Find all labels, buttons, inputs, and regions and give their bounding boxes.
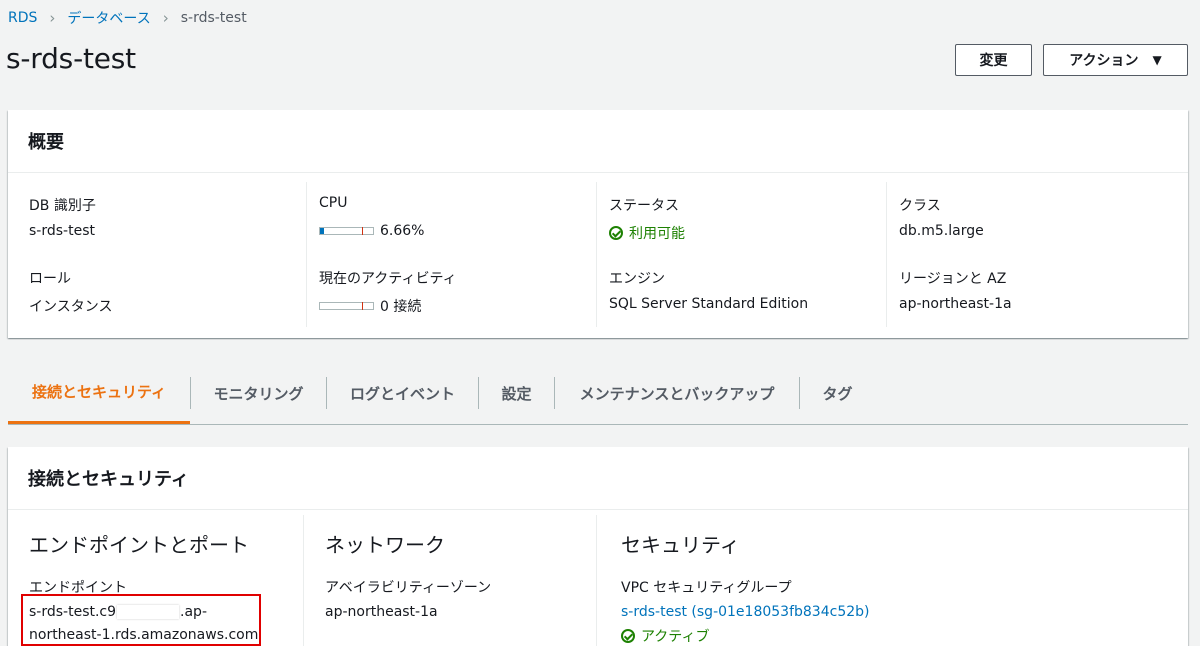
security-section-title: セキュリティ: [621, 533, 740, 557]
breadcrumb-current: s-rds-test: [180, 10, 247, 26]
chevron-right-icon: ›: [49, 9, 56, 27]
activity-label: 現在のアクティビティ: [319, 271, 457, 287]
activity-progress-bar: [319, 302, 374, 310]
vpc-sg-status: アクティブ: [621, 626, 709, 646]
class-value: db.m5.large: [899, 223, 984, 239]
security-section: セキュリティ VPC セキュリティグループ s-rds-test (sg-01e…: [596, 515, 1177, 646]
endpoint-section-title: エンドポイントとポート: [29, 533, 249, 557]
az-value: ap-northeast-1a: [325, 604, 438, 620]
breadcrumb-rds-link[interactable]: RDS: [8, 10, 37, 26]
summary-col-4: クラス db.m5.large リージョンと AZ ap-northeast-1…: [886, 182, 1177, 327]
summary-col-1: DB 識別子 s-rds-test ロール インスタンス: [8, 182, 306, 327]
page-title: s-rds-test: [6, 42, 136, 75]
network-section: ネットワーク アベイラビリティーゾーン ap-northeast-1a: [303, 515, 597, 646]
summary-panel-title: 概要: [8, 110, 1188, 173]
rds-database-detail-page: RDS › データベース › s-rds-test s-rds-test 変更 …: [0, 0, 1200, 646]
vpc-sg-label: VPC セキュリティグループ: [621, 580, 792, 596]
summary-col-2: CPU 6.66% 現在のアクティビティ 0 接続: [306, 182, 597, 327]
summary-panel: 概要 DB 識別子 s-rds-test ロール インスタンス CPU 6.66…: [8, 110, 1188, 338]
connectivity-panel-title: 接続とセキュリティ: [8, 447, 1188, 510]
activity-meter: 0 接続: [319, 296, 421, 316]
region-az-value: ap-northeast-1a: [899, 296, 1012, 312]
status-value: 利用可能: [609, 223, 685, 243]
cpu-threshold-mark: [362, 227, 363, 235]
vpc-sg-status-text: アクティブ: [641, 629, 710, 645]
class-label: クラス: [899, 198, 941, 214]
modify-button-label: 変更: [979, 53, 1008, 69]
summary-col-3: ステータス 利用可能 エンジン SQL Server Standard Edit…: [596, 182, 887, 327]
tab-maintenance-backup[interactable]: メンテナンスとバックアップ: [555, 362, 799, 424]
breadcrumb-databases-link[interactable]: データベース: [67, 8, 150, 28]
summary-grid: DB 識別子 s-rds-test ロール インスタンス CPU 6.66% 現…: [8, 173, 1188, 338]
modify-button[interactable]: 変更: [955, 44, 1032, 76]
network-section-title: ネットワーク: [325, 533, 445, 557]
tab-tags[interactable]: タグ: [800, 362, 875, 424]
caret-down-icon: ▼: [1152, 53, 1162, 67]
endpoint-section: エンドポイントとポート エンドポイント s-rds-test.c9 .ap- no…: [8, 515, 303, 646]
engine-label: エンジン: [609, 271, 665, 287]
vpc-sg-link[interactable]: s-rds-test (sg-01e18053fb834c52b): [621, 604, 869, 620]
status-text: 利用可能: [629, 226, 685, 242]
connectivity-grid: エンドポイントとポート エンドポイント s-rds-test.c9 .ap- no…: [8, 510, 1188, 646]
cpu-progress-fill: [320, 228, 324, 234]
endpoint-highlight-box: [21, 594, 261, 646]
activity-threshold-mark: [362, 302, 363, 310]
actions-button-label: アクション: [1069, 53, 1139, 69]
check-circle-icon: [609, 226, 623, 240]
actions-dropdown-button[interactable]: アクション ▼: [1043, 44, 1188, 76]
role-label: ロール: [29, 271, 71, 287]
breadcrumb: RDS › データベース › s-rds-test: [8, 8, 247, 28]
activity-value: 0 接続: [380, 299, 422, 315]
status-label: ステータス: [609, 198, 679, 214]
tab-monitoring[interactable]: モニタリング: [191, 362, 326, 424]
chevron-right-icon: ›: [162, 9, 169, 27]
detail-tabs: 接続とセキュリティ モニタリング ログとイベント 設定 メンテナンスとバックアッ…: [8, 362, 1188, 425]
db-identifier-label: DB 識別子: [29, 198, 96, 214]
tab-connectivity-security[interactable]: 接続とセキュリティ: [8, 362, 190, 424]
connectivity-security-panel: 接続とセキュリティ エンドポイントとポート エンドポイント s-rds-test…: [8, 447, 1188, 646]
tab-logs-events[interactable]: ログとイベント: [327, 362, 478, 424]
region-az-label: リージョンと AZ: [899, 271, 1007, 287]
tab-configuration[interactable]: 設定: [479, 362, 554, 424]
cpu-meter: 6.66%: [319, 223, 424, 239]
role-value: インスタンス: [29, 299, 113, 315]
cpu-progress-bar: [319, 227, 374, 235]
db-identifier-value: s-rds-test: [29, 223, 95, 239]
engine-value: SQL Server Standard Edition: [609, 296, 809, 312]
az-label: アベイラビリティーゾーン: [325, 580, 492, 596]
cpu-label: CPU: [319, 195, 348, 211]
cpu-value: 6.66%: [380, 223, 425, 239]
check-circle-icon: [621, 629, 635, 643]
